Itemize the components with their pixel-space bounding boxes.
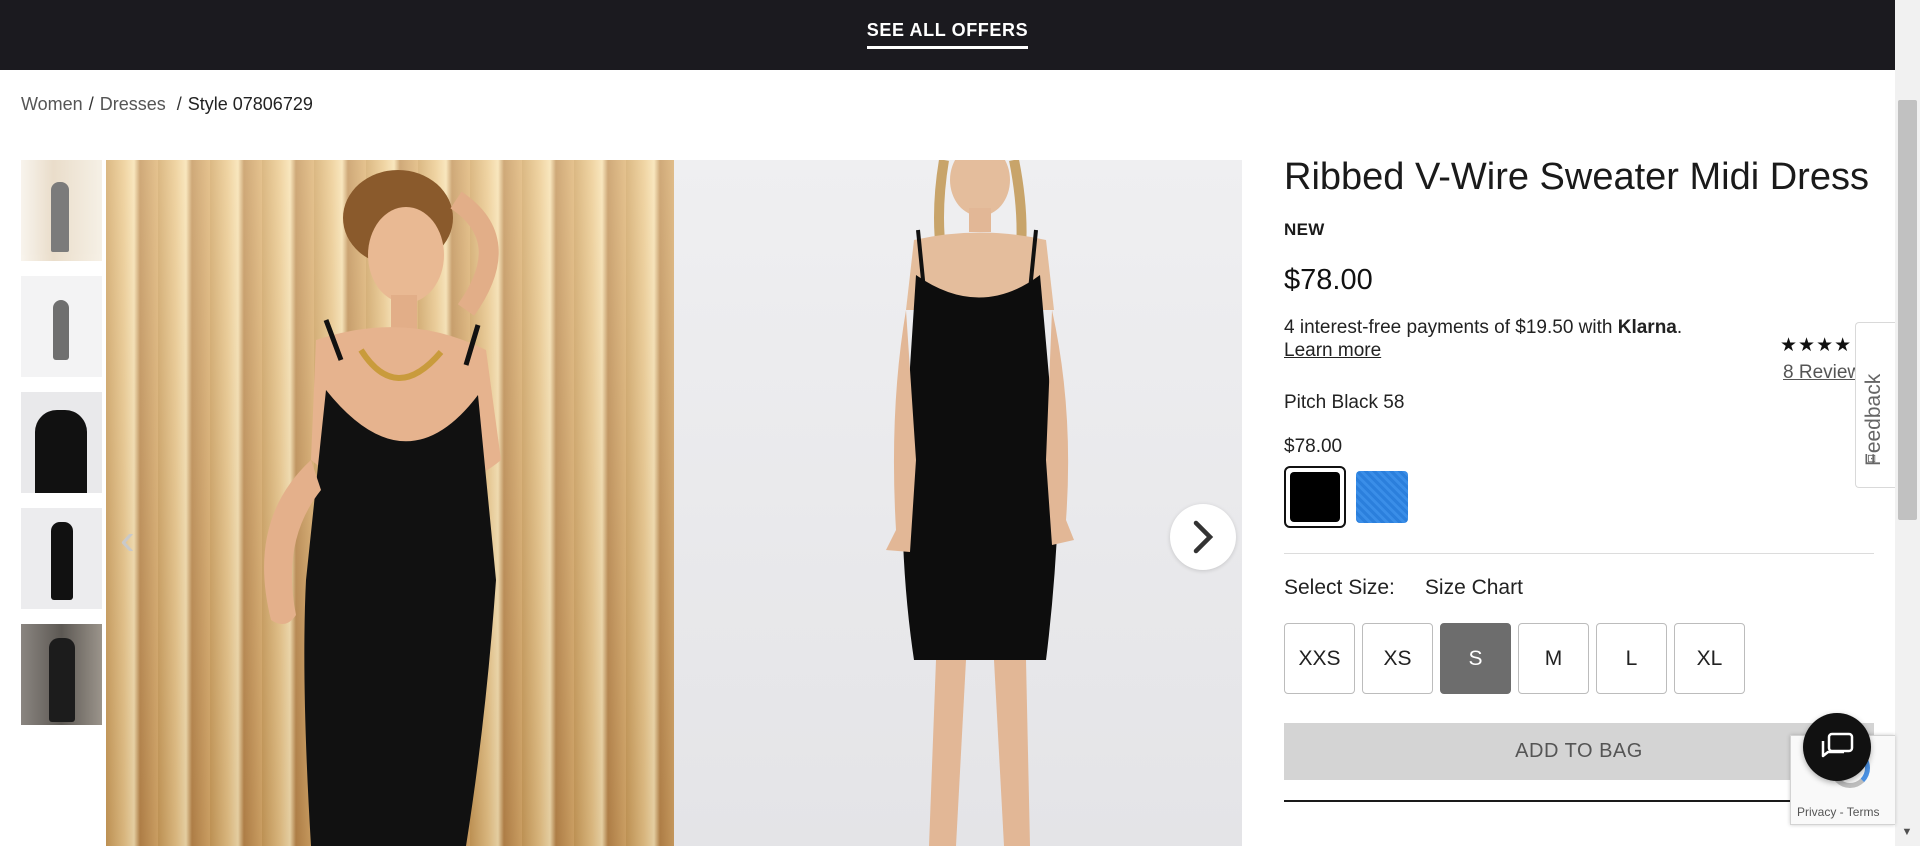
learn-more-link[interactable]: Learn more xyxy=(1284,340,1381,362)
scroll-down-icon[interactable]: ▼ xyxy=(1900,826,1914,838)
next-button-edge xyxy=(1284,800,1874,802)
thumbnail-5[interactable] xyxy=(21,624,102,725)
size-xl-button[interactable]: XL xyxy=(1674,623,1745,694)
swatch-fill xyxy=(1290,472,1340,522)
star-rating: ★★★★ xyxy=(1780,335,1853,356)
product-image-gallery[interactable] xyxy=(106,160,1242,846)
see-all-offers-link[interactable]: SEE ALL OFFERS xyxy=(866,20,1029,49)
breadcrumb-women[interactable]: Women xyxy=(21,94,83,115)
product-photo-lifestyle xyxy=(106,160,674,846)
thumbnail-1[interactable] xyxy=(21,160,102,261)
product-price: $78.00 xyxy=(1284,264,1373,296)
color-price: $78.00 xyxy=(1284,436,1343,457)
size-chart-link[interactable]: Size Chart xyxy=(1425,576,1523,600)
breadcrumb-dresses[interactable]: Dresses xyxy=(100,94,166,115)
gallery-next-button[interactable] xyxy=(1170,504,1236,570)
select-size-label: Select Size: xyxy=(1284,576,1395,599)
breadcrumb-current-style: Style 07806729 xyxy=(187,94,313,114)
color-swatches xyxy=(1284,466,1874,528)
size-options: XXS XS S M L XL xyxy=(1284,623,1874,694)
add-to-bag-button[interactable]: ADD TO BAG xyxy=(1284,723,1874,780)
thumbnail-4[interactable] xyxy=(21,508,102,609)
chat-icon xyxy=(1821,732,1854,758)
klarna-prefix: 4 interest-free payments of $19.50 with xyxy=(1284,317,1618,338)
thumbnail-3[interactable] xyxy=(21,392,102,493)
breadcrumb-separator: / xyxy=(88,94,94,114)
klarna-logo: Klarna xyxy=(1617,317,1677,338)
size-m-button[interactable]: M xyxy=(1518,623,1589,694)
scrollbar-thumb[interactable] xyxy=(1898,100,1917,520)
size-header: Select Size: Size Chart xyxy=(1284,576,1874,600)
chevron-right-icon xyxy=(1193,520,1214,554)
thumbnail-2[interactable] xyxy=(21,276,102,377)
chat-button[interactable] xyxy=(1803,713,1871,781)
swatch-pitch-black[interactable] xyxy=(1284,466,1346,528)
promo-bar: SEE ALL OFFERS xyxy=(0,0,1895,70)
breadcrumb-separator: / xyxy=(171,94,182,114)
selected-color-name: Pitch Black 58 xyxy=(1284,392,1405,413)
product-title: Ribbed V-Wire Sweater Midi Dress xyxy=(1284,156,1869,198)
new-badge: NEW xyxy=(1284,220,1325,239)
swatch-blue[interactable] xyxy=(1356,471,1408,523)
size-s-button[interactable]: S xyxy=(1440,623,1511,694)
divider xyxy=(1284,553,1874,554)
swatch-fill xyxy=(1356,471,1408,523)
size-l-button[interactable]: L xyxy=(1596,623,1667,694)
product-photo-studio xyxy=(674,160,1242,846)
thumbnail-list xyxy=(21,160,102,740)
recaptcha-links[interactable]: Privacy - Terms xyxy=(1797,805,1879,819)
size-xs-button[interactable]: XS xyxy=(1362,623,1433,694)
size-xxs-button[interactable]: XXS xyxy=(1284,623,1355,694)
breadcrumb: Women / Dresses / Style 07806729 xyxy=(21,94,313,115)
product-info: Ribbed V-Wire Sweater Midi Dress NEW $78… xyxy=(1284,155,1874,802)
gallery-previous-icon[interactable]: ‹ xyxy=(120,515,160,565)
feedback-icon: ⊡ xyxy=(1867,453,1877,465)
klarna-suffix: . xyxy=(1676,317,1683,338)
